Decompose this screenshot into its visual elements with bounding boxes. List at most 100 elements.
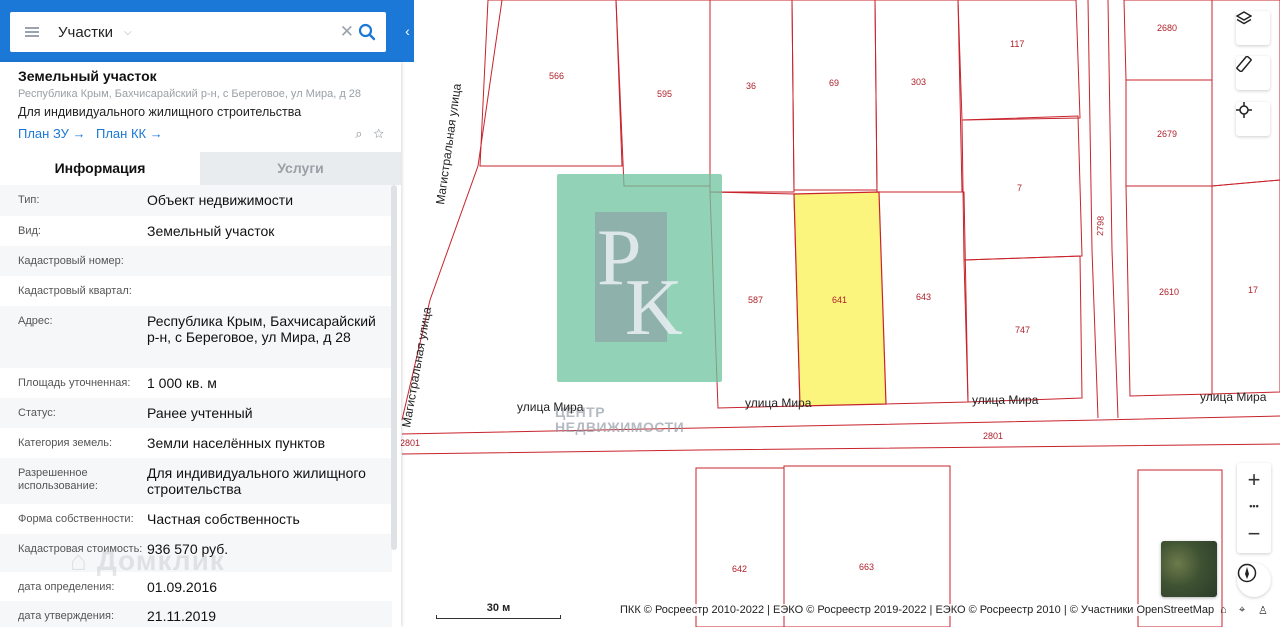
home-icon[interactable]: ⌂: [1220, 604, 1227, 616]
road-2801-bottom: [401, 443, 1280, 455]
map-attribution: ПКК © Росреестр 2010-2022 | ЕЭКО © Росре…: [620, 604, 1215, 616]
parcel-641-highlighted: [793, 191, 887, 407]
row-label: Тип:: [18, 194, 40, 206]
parcel-747: [963, 255, 1083, 403]
info-row-type: Тип: Объект недвижимости: [0, 185, 392, 216]
zoom-controls: + ••• −: [1237, 463, 1271, 553]
parcel-7: [961, 115, 1083, 261]
menu-icon[interactable]: [25, 27, 39, 37]
parcel-643: [876, 191, 969, 405]
row-value: 1 000 кв. м: [147, 375, 217, 391]
parcel-17: [1211, 179, 1280, 395]
info-row-kind: Вид: Земельный участок: [0, 216, 392, 246]
target-icon[interactable]: ⌖: [1239, 604, 1245, 617]
row-value: Объект недвижимости: [147, 192, 294, 208]
plan-zu-label: План ЗУ: [18, 126, 69, 141]
search-category-label[interactable]: Участки: [58, 24, 113, 41]
parcel-2680: [1123, 0, 1213, 81]
row-label: Кадастровый номер:: [18, 255, 124, 267]
info-row-address: Адрес: Республика Крым, Бахчисарайский р…: [0, 306, 392, 368]
row-label: Площадь уточненная:: [18, 377, 131, 389]
info-row-permitted-use: Разрешенное использование: Для индивидуа…: [0, 458, 392, 504]
row-value[interactable]: [147, 246, 392, 276]
zoom-more-button[interactable]: •••: [1237, 499, 1271, 513]
row-value: Республика Крым, Бахчисарайский р-н, с Б…: [147, 313, 376, 345]
zoom-out-button[interactable]: −: [1237, 521, 1271, 547]
info-row-approval-date: дата утверждения: 21.11.2019: [0, 601, 392, 627]
search-icon[interactable]: [358, 23, 376, 41]
favorite-star-icon[interactable]: ☆: [373, 126, 384, 141]
logo-line-2: НЕДВИЖИМОСТИ: [555, 419, 685, 435]
arrow-right-icon: →: [146, 126, 163, 141]
info-row-status: Статус: Ранее учтенный: [0, 398, 392, 428]
row-label: Вид:: [18, 225, 41, 237]
watermark-text: Домклик: [96, 545, 225, 576]
road-2798-left: [1087, 0, 1099, 419]
collapse-panel-button[interactable]: ‹: [401, 0, 414, 62]
zoom-in-button[interactable]: +: [1237, 467, 1271, 493]
clear-icon[interactable]: ✕: [340, 22, 354, 42]
chevron-left-icon: ‹: [405, 23, 410, 39]
info-row-land-category: Категория земель: Земли населённых пункт…: [0, 428, 392, 458]
row-value: Частная собственность: [147, 511, 300, 527]
search-box[interactable]: Участки ⌵ ✕: [10, 12, 386, 52]
row-label: дата утверждения:: [18, 610, 115, 622]
row-label: Адрес:: [18, 315, 53, 327]
row-value: Земли населённых пунктов: [147, 435, 326, 451]
parcel-36: [709, 0, 795, 193]
object-header: Земельный участок Республика Крым, Бахчи…: [18, 66, 388, 142]
road-2798-right: [1107, 0, 1119, 419]
search-bar: Участки ⌵ ✕: [0, 0, 414, 62]
compass-icon: [1237, 563, 1257, 583]
domclick-watermark: ⌂ Домклик: [70, 545, 225, 577]
layers-icon: [1236, 11, 1252, 25]
info-row-ownership: Форма собственности: Частная собственнос…: [0, 504, 392, 534]
app-root: P K ЦЕНТР НЕДВИЖИМОСТИ 566 595 36 69 303…: [0, 0, 1280, 627]
road-2801-top: [401, 415, 1280, 435]
chevron-down-icon[interactable]: ⌵: [124, 27, 132, 38]
tab-services[interactable]: Услуги: [200, 152, 401, 185]
ruler-button[interactable]: [1236, 56, 1270, 90]
parcel-2610: [1125, 185, 1213, 397]
plan-zu-link[interactable]: План ЗУ →: [18, 126, 86, 141]
row-label: Категория земель:: [18, 437, 113, 449]
svg-text:K: K: [625, 264, 683, 352]
row-value: Ранее учтенный: [147, 405, 253, 421]
tab-info[interactable]: Информация: [0, 152, 200, 185]
row-label: Кадастровый квартал:: [18, 285, 132, 297]
parcel-69: [791, 0, 878, 191]
layers-button[interactable]: [1236, 11, 1270, 45]
row-value: 21.11.2019: [147, 608, 217, 624]
locate-button[interactable]: [1236, 102, 1270, 136]
row-label: Статус:: [18, 407, 56, 419]
plan-kk-link[interactable]: План КК →: [96, 126, 163, 141]
info-row-area: Площадь уточненная: 1 000 кв. м: [0, 368, 392, 398]
parcel-587: [709, 191, 801, 409]
compass-button[interactable]: [1237, 563, 1271, 597]
logo-caption: ЦЕНТР НЕДВИЖИМОСТИ: [555, 405, 735, 435]
basemap-switcher[interactable]: [1161, 541, 1217, 597]
user-icon[interactable]: ♙: [1258, 604, 1268, 617]
ruler-icon: [1236, 56, 1252, 72]
parcel-566: [479, 0, 623, 167]
company-logo: P K: [557, 174, 722, 382]
scale-label: 30 м: [486, 602, 511, 614]
object-address: Республика Крым, Бахчисарайский р-н, с Б…: [18, 88, 362, 100]
map-scale: 30 м: [436, 602, 561, 619]
house-icon: ⌂: [70, 545, 88, 576]
arrow-right-icon: →: [68, 126, 86, 141]
info-panel: Земельный участок Республика Крым, Бахчи…: [0, 62, 401, 627]
row-label: Форма собственности:: [18, 513, 134, 525]
plan-links: План ЗУ → План КК → ⌕ ☆: [18, 126, 388, 142]
info-row-cadastral-number: Кадастровый номер:: [0, 246, 392, 276]
panel-scrollbar[interactable]: [391, 185, 397, 550]
plan-kk-label: План КК: [96, 126, 147, 141]
tabs: Информация Услуги: [0, 152, 401, 185]
find-on-map-icon[interactable]: ⌕: [355, 126, 362, 141]
row-value[interactable]: [147, 276, 392, 306]
row-label: Разрешенное использование:: [18, 467, 98, 492]
plan-actions: ⌕ ☆: [355, 126, 384, 142]
parcel-663: [783, 465, 951, 627]
parcel-2679: [1125, 79, 1213, 187]
object-use: Для индивидуального жилищного строительс…: [18, 105, 302, 119]
